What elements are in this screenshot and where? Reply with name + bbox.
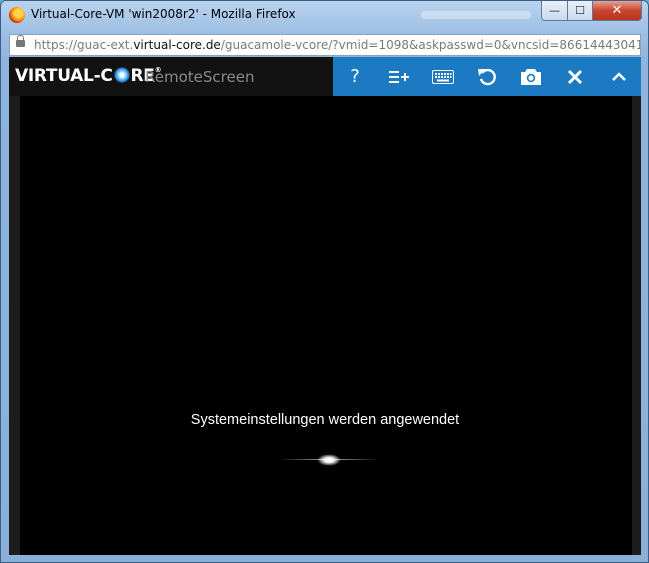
- status-message: Systemeinstellungen werden angewendet: [190, 412, 460, 428]
- window-title: Virtual-Core-VM 'win2008r2' - Mozilla Fi…: [31, 7, 296, 21]
- title-bar: Virtual-Core-VM 'win2008r2' - Mozilla Fi…: [1, 1, 648, 29]
- spinner-dot: [317, 454, 341, 466]
- app-name: RemoteScreen: [145, 68, 255, 86]
- lock-icon: [16, 35, 25, 47]
- keyboard-icon: [432, 69, 454, 84]
- url-path: /guacamole-vcore/?vmid=1098&askpasswd=0&…: [220, 38, 640, 52]
- right-scroll-edge: [632, 96, 641, 555]
- browser-window: Virtual-Core-VM 'win2008r2' - Mozilla Fi…: [0, 0, 649, 563]
- maximize-button[interactable]: ☐: [567, 1, 593, 21]
- camera-icon: [521, 68, 541, 85]
- logo-text-1: VIRTUAL-C: [15, 66, 113, 86]
- collapse-toolbar-button[interactable]: [597, 57, 641, 96]
- left-scroll-edge: [9, 96, 20, 555]
- url-domain: virtual-core.de: [133, 38, 221, 52]
- add-menu-button[interactable]: [377, 57, 421, 96]
- url-prefix: https://guac-ext.: [34, 38, 134, 52]
- remote-toolbar: ?: [333, 57, 641, 96]
- minimize-button[interactable]: —: [541, 1, 568, 21]
- loading-spinner: [279, 454, 379, 466]
- refresh-icon: [478, 68, 496, 85]
- blurred-titlebar-area: [421, 11, 531, 19]
- question-mark-icon: ?: [350, 66, 360, 87]
- list-add-icon: [389, 70, 409, 83]
- chevron-up-icon: [612, 71, 626, 81]
- brand-bar: VIRTUAL-C RE® RemoteScreen: [9, 57, 333, 96]
- url-text: https://guac-ext.virtual-core.de/guacamo…: [34, 38, 640, 52]
- firefox-icon: [9, 7, 25, 23]
- close-icon: [567, 69, 583, 84]
- screenshot-button[interactable]: [509, 57, 553, 96]
- logo-glow-icon: [113, 67, 130, 83]
- close-window-button[interactable]: ✕: [592, 1, 642, 21]
- remote-screen-content: VIRTUAL-C RE® RemoteScreen ? Systemeinst…: [9, 57, 641, 555]
- virtual-core-logo: VIRTUAL-C RE®: [15, 66, 162, 86]
- address-bar[interactable]: https://guac-ext.virtual-core.de/guacamo…: [9, 34, 641, 56]
- keyboard-button[interactable]: [421, 57, 465, 96]
- close-session-button[interactable]: [553, 57, 597, 96]
- help-button[interactable]: ?: [333, 57, 377, 96]
- reconnect-button[interactable]: [465, 57, 509, 96]
